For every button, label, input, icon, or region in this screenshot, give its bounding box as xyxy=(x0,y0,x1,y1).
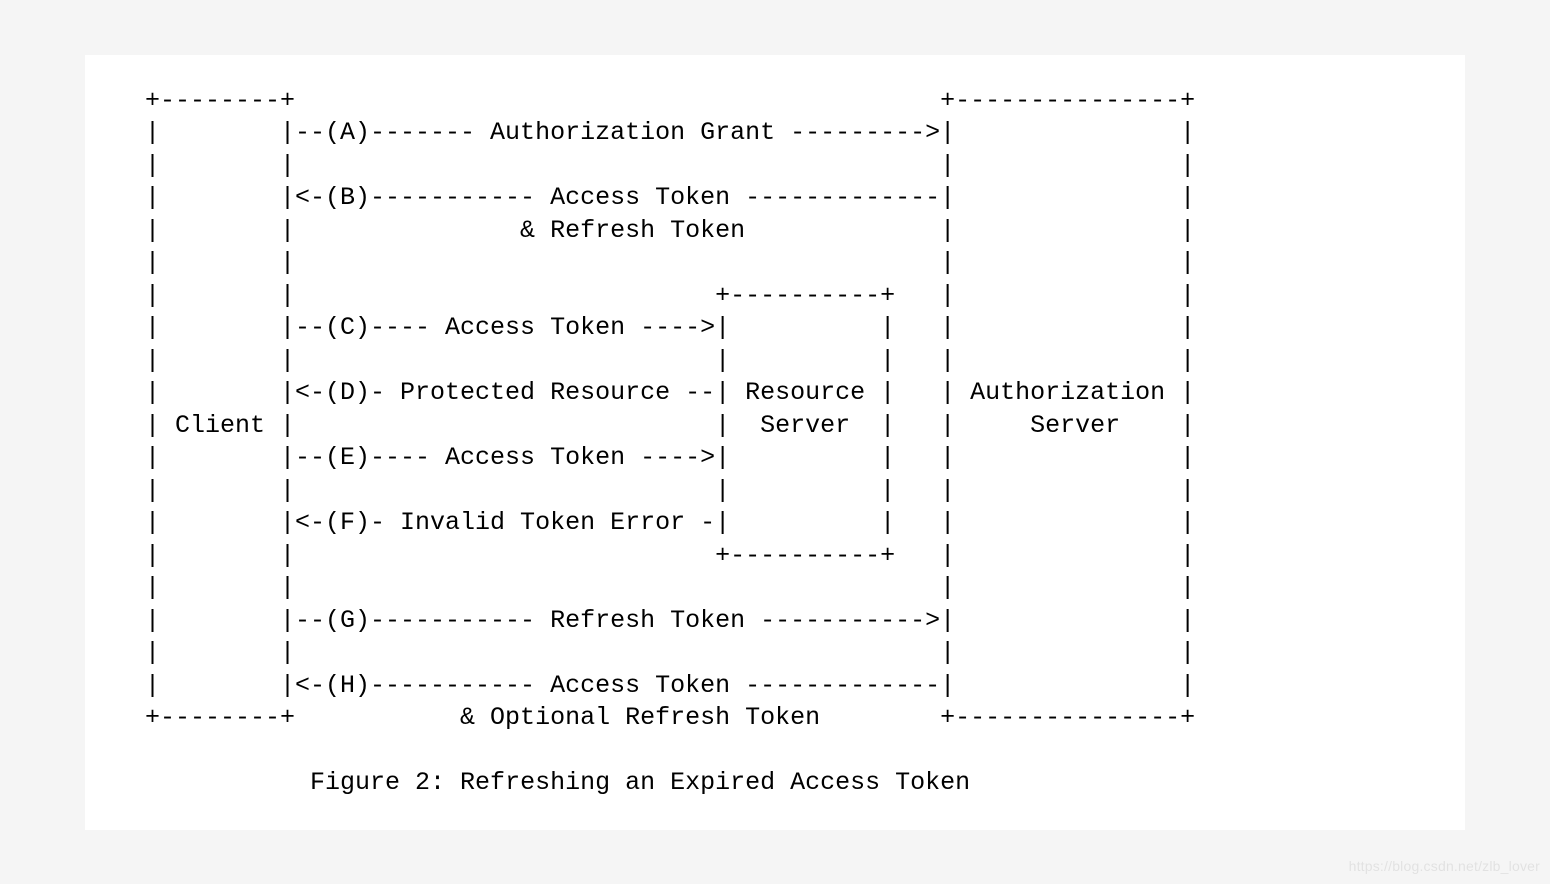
watermark-text: https://blog.csdn.net/zlb_lover xyxy=(1349,858,1540,874)
diagram-caption: Figure 2: Refreshing an Expired Access T… xyxy=(310,768,970,797)
ascii-diagram: +--------+ +---------------+ | |--(A)---… xyxy=(145,85,1425,800)
diagram-container: +--------+ +---------------+ | |--(A)---… xyxy=(85,55,1465,830)
diagram-ascii: +--------+ +---------------+ | |--(A)---… xyxy=(145,86,1195,733)
